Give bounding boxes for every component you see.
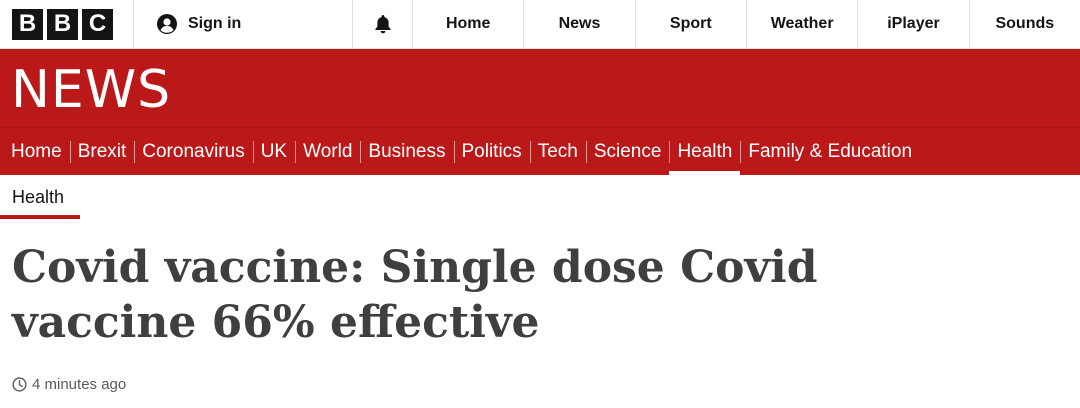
- topnav-iplayer[interactable]: iPlayer: [858, 0, 970, 48]
- bbc-top-bar: B B C Sign in Home News Sport Weather iP…: [0, 0, 1080, 49]
- topnav-news[interactable]: News: [524, 0, 636, 48]
- bell-icon: [374, 15, 391, 34]
- secnav-coronavirus[interactable]: Coronavirus: [134, 128, 252, 175]
- secnav-home[interactable]: Home: [0, 128, 70, 175]
- clock-icon: [12, 377, 27, 392]
- logo-letter-b1: B: [12, 8, 43, 40]
- news-section-nav: Home Brexit Coronavirus UK World Busines…: [0, 128, 920, 175]
- news-wordmark[interactable]: NEWS: [11, 62, 171, 118]
- logo-letter-b2: B: [47, 8, 78, 40]
- section-underline: [0, 215, 80, 219]
- secnav-tech[interactable]: Tech: [529, 128, 586, 175]
- user-circle-icon: [157, 14, 177, 34]
- secnav-uk[interactable]: UK: [252, 128, 295, 175]
- article-headline: Covid vaccine: Single dose Covid vaccine…: [12, 242, 818, 348]
- sign-in-label: Sign in: [188, 15, 242, 32]
- news-masthead: NEWS Home Brexit Coronavirus UK World Bu…: [0, 49, 1080, 175]
- notifications-button[interactable]: [353, 0, 413, 48]
- secnav-science[interactable]: Science: [585, 128, 670, 175]
- secnav-business[interactable]: Business: [360, 128, 453, 175]
- topnav-sport[interactable]: Sport: [636, 0, 747, 48]
- timestamp-text: 4 minutes ago: [32, 376, 127, 393]
- sign-in-button[interactable]: Sign in: [134, 0, 353, 48]
- topnav-weather[interactable]: Weather: [747, 0, 859, 48]
- bbc-logo[interactable]: B B C: [0, 0, 134, 48]
- topnav-home[interactable]: Home: [413, 0, 525, 48]
- section-label[interactable]: Health: [12, 187, 64, 208]
- article-timestamp: 4 minutes ago: [12, 376, 126, 393]
- bbc-top-nav: Home News Sport Weather iPlayer Sounds: [413, 0, 1080, 48]
- topnav-sounds[interactable]: Sounds: [970, 0, 1080, 48]
- secnav-brexit[interactable]: Brexit: [69, 128, 135, 175]
- secnav-family-education[interactable]: Family & Education: [740, 128, 920, 175]
- secnav-world[interactable]: World: [295, 128, 360, 175]
- secnav-health[interactable]: Health: [669, 128, 741, 175]
- secnav-politics[interactable]: Politics: [453, 128, 530, 175]
- logo-letter-c: C: [82, 8, 113, 40]
